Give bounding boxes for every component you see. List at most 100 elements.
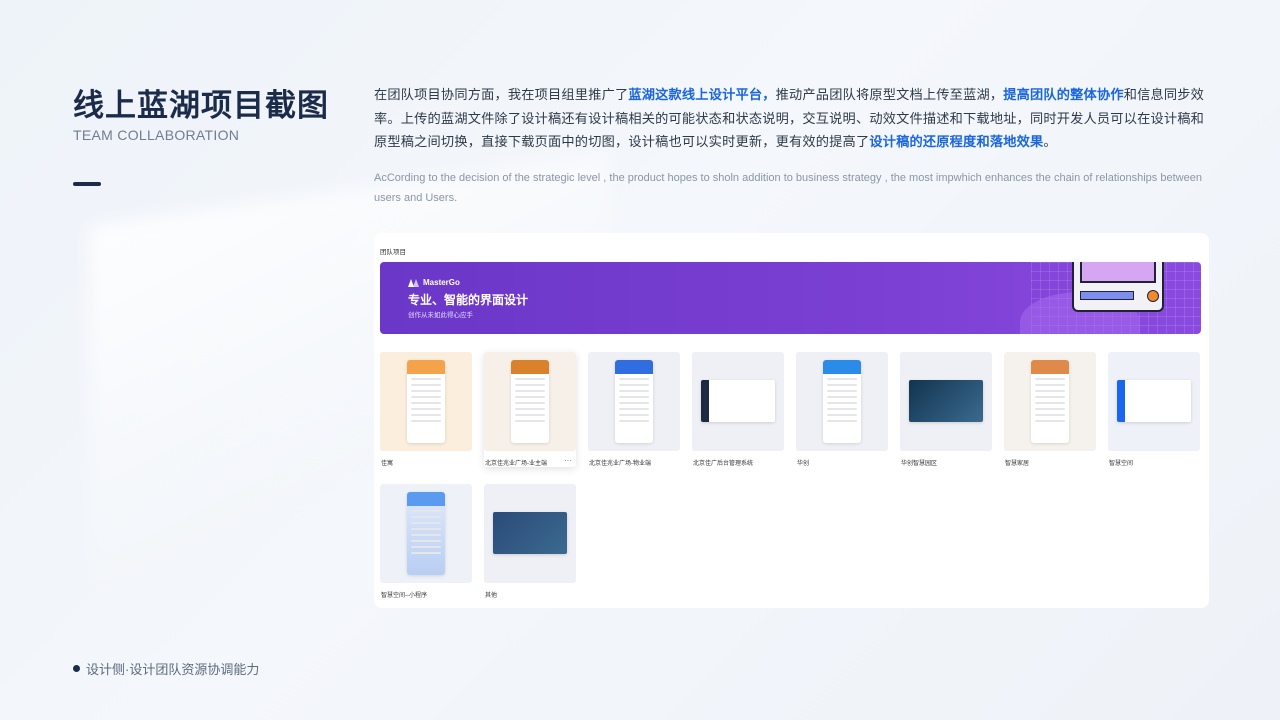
mobile-preview-line	[411, 408, 441, 410]
mobile-preview-line	[827, 420, 857, 422]
desktop-preview	[909, 380, 983, 422]
mobile-preview-line	[1035, 378, 1065, 380]
more-options-icon[interactable]: ···	[564, 457, 576, 467]
bullet-dot-icon	[73, 665, 80, 672]
mobile-preview-line	[515, 402, 545, 404]
mobile-preview-line	[515, 384, 545, 386]
mobile-preview-line	[515, 390, 545, 392]
project-card[interactable]: 北京佳广后台管理系统	[692, 352, 784, 467]
project-thumbnail[interactable]	[692, 352, 784, 451]
mobile-preview-line	[515, 378, 545, 380]
page-subtitle: TEAM COLLABORATION	[73, 127, 240, 143]
mobile-preview-line	[619, 414, 649, 416]
project-card[interactable]: 华创	[796, 352, 888, 467]
mobile-preview-line	[827, 408, 857, 410]
footer-note: 设计侧·设计团队资源协调能力	[73, 659, 259, 678]
project-thumbnail[interactable]	[1108, 352, 1200, 451]
project-name-row: 其他	[484, 590, 576, 599]
lanhu-screenshot-panel: 团队项目 MasterGo 专业、智能的界面设计 创作从未如此得心应手 佳寓 北京…	[374, 233, 1209, 608]
mobile-preview-line	[411, 510, 441, 512]
project-thumbnail[interactable]	[588, 352, 680, 451]
project-card[interactable]: 佳寓	[380, 352, 472, 467]
project-thumbnail[interactable]	[1004, 352, 1096, 451]
project-thumbnail[interactable]	[796, 352, 888, 451]
mobile-preview-line	[1035, 402, 1065, 404]
mobile-preview-line	[411, 540, 441, 542]
mobile-preview-line	[619, 396, 649, 398]
mobile-preview-line	[1035, 384, 1065, 386]
mobile-preview	[407, 360, 445, 443]
mobile-preview-header	[407, 492, 445, 506]
project-name-row: 北京佳兆业广场-业主端 ···	[484, 457, 576, 468]
mobile-preview-header	[1031, 360, 1069, 374]
mobile-preview-line	[619, 408, 649, 410]
project-name-row: 智慧空间--小程序	[380, 590, 472, 599]
mastergo-logo: MasterGo	[408, 278, 460, 287]
desktop-preview	[493, 512, 567, 554]
project-name: 华创智慧园区	[901, 461, 938, 467]
intro-text: 。	[1043, 134, 1057, 149]
mobile-preview-line	[411, 378, 441, 380]
project-thumbnail[interactable]	[380, 352, 472, 451]
mobile-preview-line	[619, 402, 649, 404]
project-card[interactable]: 其他	[484, 484, 576, 599]
mobile-preview-line	[411, 546, 441, 548]
mobile-preview-line	[827, 402, 857, 404]
mobile-preview-line	[1035, 408, 1065, 410]
project-name-row: 华创智慧园区	[900, 458, 992, 467]
project-name-row: 北京佳兆业广场-物业端	[588, 458, 680, 467]
mobile-preview-line	[827, 378, 857, 380]
project-name: 华创	[797, 461, 810, 467]
footer-text: 设计侧·设计团队资源协调能力	[86, 662, 260, 677]
panel-label: 团队项目	[380, 249, 406, 256]
project-name-row: 华创	[796, 458, 888, 467]
mobile-preview-line	[515, 396, 545, 398]
illustration-knob	[1147, 290, 1159, 302]
mobile-preview-line	[1035, 390, 1065, 392]
mobile-preview-line	[1035, 396, 1065, 398]
page-title: 线上蓝湖项目截图	[73, 88, 329, 124]
mobile-preview-line	[619, 390, 649, 392]
project-card[interactable]: 北京佳兆业广场-物业端	[588, 352, 680, 467]
project-card[interactable]: 智慧空间--小程序	[380, 484, 472, 599]
intro-highlight: 蓝湖这款线上设计平台，	[628, 87, 776, 102]
project-card[interactable]: 智慧空间	[1108, 352, 1200, 467]
mobile-preview-line	[827, 396, 857, 398]
mobile-preview	[511, 360, 549, 443]
project-name-row: 智慧空间	[1108, 458, 1200, 467]
illustration-screen	[1080, 262, 1156, 283]
mobile-preview-line	[619, 378, 649, 380]
mobile-preview	[823, 360, 861, 443]
project-card[interactable]: 智慧家居	[1004, 352, 1096, 467]
mobile-preview-line	[411, 516, 441, 518]
project-name: 其他	[485, 593, 498, 599]
mobile-preview-line	[411, 402, 441, 404]
project-name-row: 佳寓	[380, 458, 472, 467]
mobile-preview-line	[827, 390, 857, 392]
title-divider	[73, 182, 101, 186]
intro-english: AcCording to the decision of the strateg…	[374, 172, 1202, 204]
mobile-preview-line	[827, 384, 857, 386]
intro-text: 推动产品团队将原型文档上传至蓝湖，	[775, 87, 1004, 102]
mobile-preview-line	[1035, 420, 1065, 422]
mastergo-banner[interactable]: MasterGo 专业、智能的界面设计 创作从未如此得心应手	[380, 262, 1201, 334]
mobile-preview-line	[411, 552, 441, 554]
mobile-preview-line	[515, 414, 545, 416]
project-card[interactable]: 北京佳兆业广场-业主端 ···	[484, 352, 576, 467]
project-thumbnail[interactable]	[484, 352, 576, 451]
banner-illustration	[1072, 262, 1164, 312]
project-name: 智慧空间	[1109, 461, 1134, 467]
project-thumbnail[interactable]	[380, 484, 472, 583]
mobile-preview-line	[619, 384, 649, 386]
project-thumbnail[interactable]	[484, 484, 576, 583]
intro-highlight: 提高团队的整体协作	[1003, 87, 1124, 102]
project-name: 北京佳兆业广场-物业端	[589, 461, 651, 467]
project-name: 智慧空间--小程序	[381, 593, 427, 599]
project-card[interactable]: 华创智慧园区	[900, 352, 992, 467]
mobile-preview-line	[411, 384, 441, 386]
mobile-preview-line	[515, 420, 545, 422]
mobile-preview-header	[511, 360, 549, 374]
project-thumbnail[interactable]	[900, 352, 992, 451]
mobile-preview-line	[411, 534, 441, 536]
mobile-preview-header	[615, 360, 653, 374]
